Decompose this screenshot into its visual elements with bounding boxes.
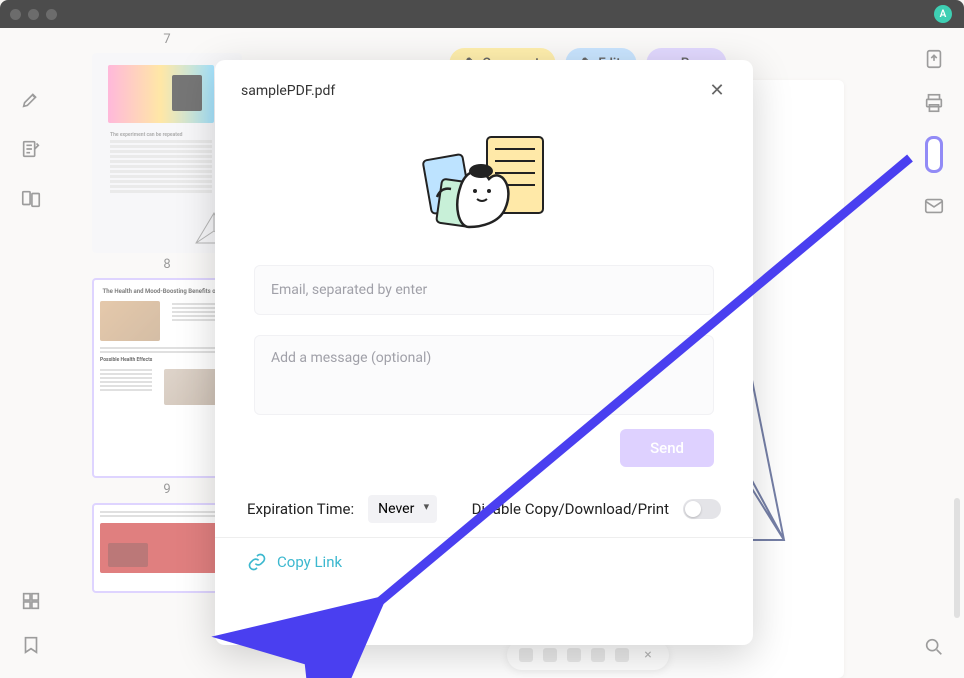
message-input[interactable] — [254, 335, 714, 415]
window-titlebar: A — [0, 0, 964, 28]
expiration-select[interactable]: Never — [368, 495, 437, 523]
traffic-close[interactable] — [10, 9, 21, 20]
expiration-label: Expiration Time: — [247, 500, 354, 518]
copy-link-label: Copy Link — [277, 553, 342, 571]
share-modal: samplePDF.pdf ✕ Send Expiration Time: Ne… — [215, 60, 753, 645]
user-avatar[interactable]: A — [934, 5, 952, 23]
disable-copy-label: Disable Copy/Download/Print — [472, 500, 669, 518]
traffic-zoom[interactable] — [46, 9, 57, 20]
traffic-minimize[interactable] — [28, 9, 39, 20]
close-icon[interactable]: ✕ — [707, 80, 727, 101]
modal-filename: samplePDF.pdf — [241, 83, 335, 99]
disable-copy-toggle[interactable] — [683, 499, 721, 519]
link-icon — [247, 552, 267, 572]
copy-link-row[interactable]: Copy Link — [241, 538, 727, 578]
share-illustration — [409, 127, 559, 247]
email-input[interactable] — [254, 265, 714, 315]
send-button[interactable]: Send — [620, 429, 714, 467]
